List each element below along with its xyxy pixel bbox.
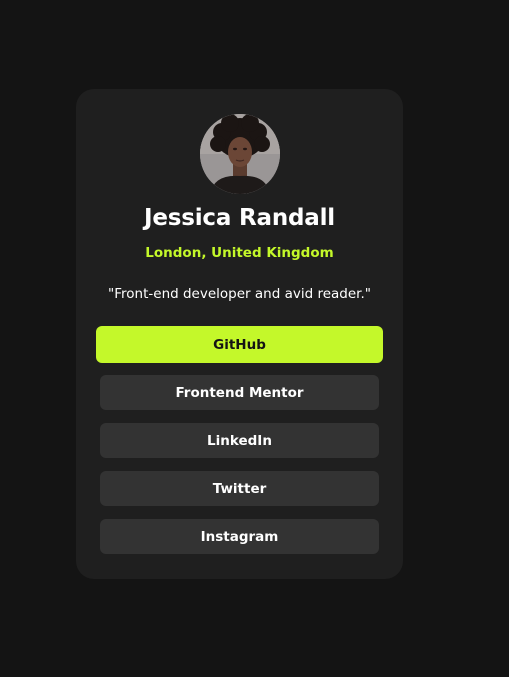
link-twitter-button[interactable]: Twitter <box>100 471 379 506</box>
link-linkedin-button[interactable]: LinkedIn <box>100 423 379 458</box>
link-frontend-mentor-button[interactable]: Frontend Mentor <box>100 375 379 410</box>
profile-card: Jessica Randall London, United Kingdom "… <box>76 89 403 579</box>
profile-name: Jessica Randall <box>144 205 335 231</box>
profile-location: London, United Kingdom <box>145 245 334 261</box>
profile-bio: "Front-end developer and avid reader." <box>108 286 371 302</box>
avatar <box>200 114 280 194</box>
link-github-button[interactable]: GitHub <box>96 326 383 363</box>
link-instagram-button[interactable]: Instagram <box>100 519 379 554</box>
avatar-image <box>200 114 280 194</box>
